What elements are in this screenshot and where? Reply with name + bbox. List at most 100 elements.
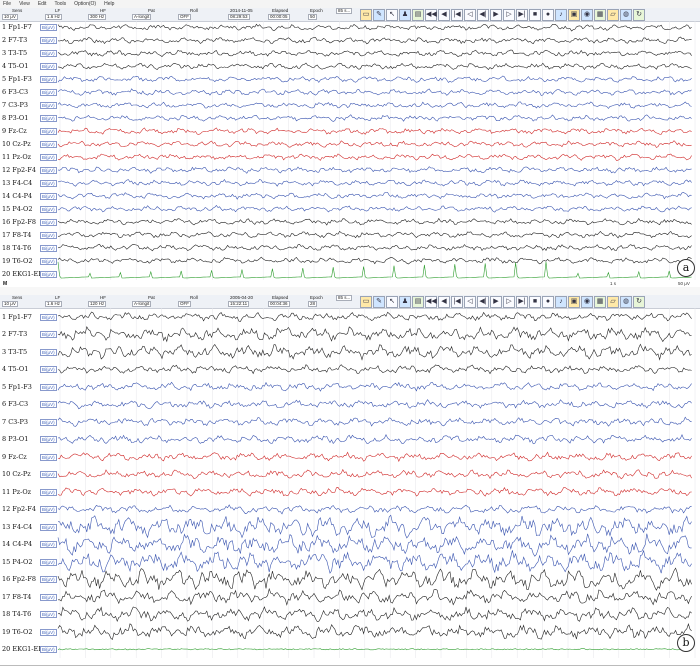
record-icon[interactable]: ● [542,9,554,21]
channel-ref-tag[interactable]: Bi(μV) [40,257,57,265]
book-icon[interactable]: ▣ [568,296,580,308]
camera-icon[interactable]: ◉ [581,9,593,21]
channel-label[interactable]: 17 F8-T4 [2,593,31,601]
globe-icon[interactable]: ◍ [620,9,632,21]
channel-ref-tag[interactable]: Bi(μV) [40,646,57,654]
channel-label[interactable]: 18 T4-T6 [2,610,31,618]
menu-help[interactable]: Help [104,1,114,7]
sens-select[interactable]: 10 μV [2,14,18,20]
refresh-icon[interactable]: ↻ [633,9,645,21]
play-icon[interactable]: ▶ [490,9,502,21]
channel-ref-tag[interactable]: Bi(μV) [40,128,57,136]
channel-label[interactable]: 9 Fz-Cz [2,127,27,135]
next-icon[interactable]: ▷ [503,9,515,21]
channel-label[interactable]: 12 Fp2-F4 [2,505,36,513]
pen-icon[interactable]: ✎ [373,296,385,308]
channel-label[interactable]: 8 P3-O1 [2,435,28,443]
last-icon[interactable]: ▶| [516,296,528,308]
menu-edit[interactable]: Edit [38,1,47,7]
chart-icon[interactable]: ▤ [412,296,424,308]
globe-icon[interactable]: ◍ [620,296,632,308]
channel-label[interactable]: 6 F3-C3 [2,400,28,408]
menu-file[interactable]: File [3,1,11,7]
menu-tools[interactable]: Tools [54,1,66,7]
channel-label[interactable]: 14 C4-P4 [2,192,32,200]
menu-view[interactable]: View [19,1,30,7]
sens-select-b[interactable]: 10 μV [2,301,18,307]
channel-ref-tag[interactable]: Bi(μV) [40,244,57,252]
channel-label[interactable]: 6 F3-C3 [2,88,28,96]
channel-ref-tag[interactable]: Bi(μV) [40,611,57,619]
channel-ref-tag[interactable]: Bi(μV) [40,218,57,226]
channel-label[interactable]: 8 P3-O1 [2,114,28,122]
channel-ref-tag[interactable]: Bi(μV) [40,488,57,496]
channel-label[interactable]: 15 P4-O2 [2,558,33,566]
channel-label[interactable]: 4 T5-O1 [2,365,28,373]
prev-icon[interactable]: ◁ [464,296,476,308]
record-icon[interactable]: ● [542,296,554,308]
eeg-trace-area[interactable]: 1 Fp1-F7 Bi(μV) 2 F7-T3 Bi(μV) 3 T3-T5 Bi(μV)… [0,21,700,280]
channel-label[interactable]: 1 Fp1-F7 [2,313,32,321]
channel-label[interactable]: 7 C3-P3 [2,101,28,109]
channel-ref-tag[interactable]: Bi(μV) [40,383,57,391]
channel-ref-tag[interactable]: Bi(μV) [40,628,57,636]
channel-label[interactable]: 5 Fp1-F3 [2,383,32,391]
channel-ref-tag[interactable]: Bi(μV) [40,366,57,374]
roll-select-b[interactable]: OFF [178,301,191,307]
channel-ref-tag[interactable]: Bi(μV) [40,76,57,84]
channel-ref-tag[interactable]: Bi(μV) [40,593,57,601]
roll-select[interactable]: OFF [178,14,191,20]
channel-ref-tag[interactable]: Bi(μV) [40,471,57,479]
channel-label[interactable]: 13 F4-C4 [2,523,32,531]
channel-label[interactable]: 3 T3-T5 [2,348,27,356]
rewind-icon[interactable]: ◀◀ [425,9,437,21]
pen-icon[interactable]: ✎ [373,9,385,21]
note-icon[interactable]: ♪ [555,296,567,308]
channel-ref-tag[interactable]: Bi(μV) [40,401,57,409]
channel-ref-tag[interactable]: Bi(μV) [40,153,57,161]
channel-ref-tag[interactable]: Bi(μV) [40,506,57,514]
channel-ref-tag[interactable]: Bi(μV) [40,313,57,321]
channel-ref-tag[interactable]: Bi(μV) [40,166,57,174]
pat-select[interactable]: A-longit [132,14,152,20]
lf-select[interactable]: 1.6 Hz [45,14,63,20]
folder-icon[interactable]: ▱ [607,9,619,21]
camera-icon[interactable]: ◉ [581,296,593,308]
speed-select[interactable]: 85 s... [336,8,353,14]
back-icon[interactable]: ◀ [438,9,450,21]
lf-select-b[interactable]: 1.6 Hz [45,301,63,307]
hf-select[interactable]: 300 Hz [88,14,107,20]
channel-label[interactable]: 10 Cz-Pz [2,140,31,148]
channel-ref-tag[interactable]: Bi(μV) [40,436,57,444]
ruler-icon[interactable]: ▭ [360,9,372,21]
channel-label[interactable]: 2 F7-T3 [2,330,27,338]
channel-ref-tag[interactable]: Bi(μV) [40,50,57,58]
channel-ref-tag[interactable]: Bi(μV) [40,89,57,97]
folder-icon[interactable]: ▱ [607,296,619,308]
channel-ref-tag[interactable]: Bi(μV) [40,270,57,278]
channel-label[interactable]: 5 Fp1-F3 [2,75,32,83]
channel-label[interactable]: 2 F7-T3 [2,36,27,44]
channel-label[interactable]: 13 F4-C4 [2,179,32,187]
channel-ref-tag[interactable]: Bi(μV) [40,576,57,584]
channel-label[interactable]: 12 Fp2-F4 [2,166,36,174]
channel-ref-tag[interactable]: Bi(μV) [40,418,57,426]
book-icon[interactable]: ▣ [568,9,580,21]
channel-label[interactable]: 19 T6-O2 [2,257,32,265]
note-icon[interactable]: ♪ [555,9,567,21]
channel-ref-tag[interactable]: Bi(μV) [40,348,57,356]
person-icon[interactable]: ♟ [399,9,411,21]
menu-option[interactable]: Option(O) [74,1,96,7]
channel-label[interactable]: 9 Fz-Cz [2,453,27,461]
channel-ref-tag[interactable]: Bi(μV) [40,192,57,200]
channel-label[interactable]: 18 T4-T6 [2,244,31,252]
speed-select-b[interactable]: 85 s... [336,295,353,301]
channel-ref-tag[interactable]: Bi(μV) [40,558,57,566]
eeg-trace-area-b[interactable]: 1 Fp1-F7 Bi(μV) 2 F7-T3 Bi(μV) 3 T3-T5 Bi(μV)… [0,308,700,658]
chart-icon[interactable]: ▤ [412,9,424,21]
person-icon[interactable]: ♟ [399,296,411,308]
play-back-icon[interactable]: ◀| [477,296,489,308]
channel-ref-tag[interactable]: Bi(μV) [40,102,57,110]
channel-label[interactable]: 16 Fp2-F8 [2,218,36,226]
stop-icon[interactable]: ■ [529,296,541,308]
